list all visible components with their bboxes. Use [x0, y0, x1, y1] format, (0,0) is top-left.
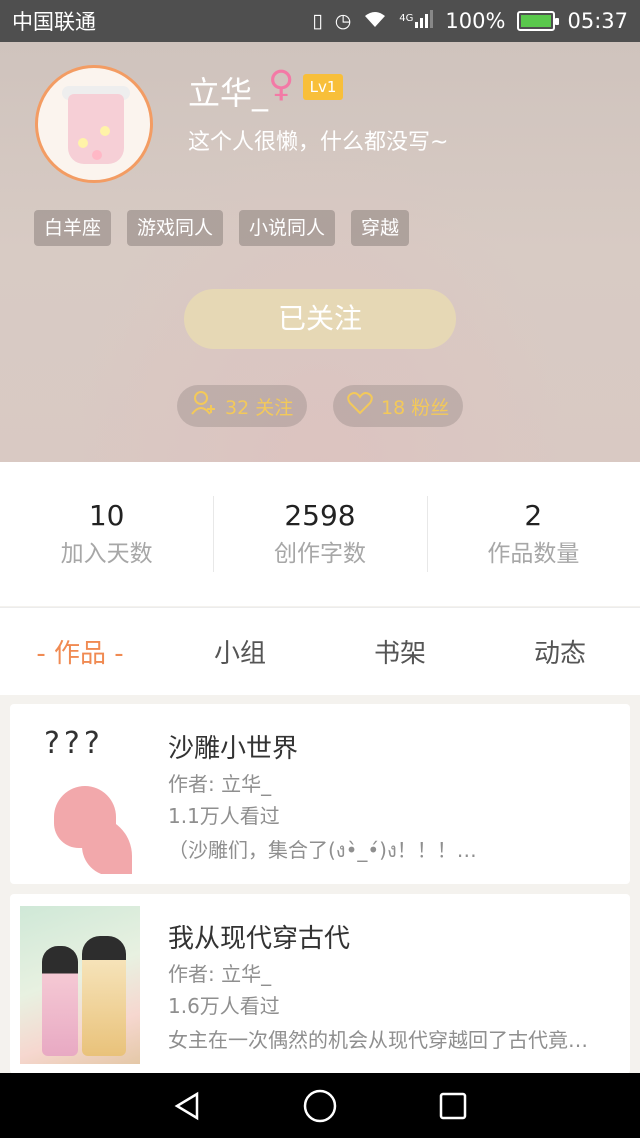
stat-label: 加入天数: [60, 541, 153, 567]
work-title: 沙雕小世界: [168, 734, 299, 764]
stat-works-count: 2 作品数量: [426, 496, 640, 572]
home-button[interactable]: [300, 1086, 340, 1126]
profile-header: 立华_ ♀ Lv1 这个人很懒，什么都没写~ 白羊座 游戏同人 小说同人 穿越 …: [0, 42, 640, 462]
following-button[interactable]: 32 关注: [177, 385, 308, 427]
book-cover: [20, 906, 140, 1064]
battery-icon: [517, 11, 560, 31]
figure-illustration: [42, 946, 78, 1056]
level-badge: Lv1: [303, 74, 343, 100]
cover-text: ???: [44, 726, 104, 761]
figure-illustration: [82, 936, 126, 1056]
stat-label: 作品数量: [487, 541, 580, 567]
battery-percent: 100%: [445, 9, 506, 33]
network-label: 4G: [399, 13, 414, 24]
tab-groups[interactable]: 小组: [160, 633, 320, 670]
tab-bookshelf[interactable]: 书架: [320, 633, 480, 670]
status-icons: ▯ ◷ 4G 100% 05:37: [312, 9, 628, 33]
work-author: 作者: 立华_: [168, 772, 272, 796]
stat-word-count: 2598 创作字数: [213, 496, 426, 572]
work-description: 女主在一次偶然的机会从现代穿越回了古代竟…: [168, 1028, 588, 1052]
work-card[interactable]: 我从现代穿古代 作者: 立华_ 1.6万人看过 女主在一次偶然的机会从现代穿越回…: [10, 894, 630, 1074]
work-author: 作者: 立华_: [168, 962, 272, 986]
fans-count: 18 粉丝: [381, 396, 450, 419]
work-description: （沙雕们，集合了(ง•̀_•́)ง！！！…: [168, 838, 477, 862]
book-cover: ???: [20, 716, 140, 874]
recents-square-icon: [440, 1092, 467, 1119]
alarm-icon: ◷: [334, 10, 352, 32]
tag-item[interactable]: 游戏同人: [127, 210, 224, 246]
avatar-dot: [78, 138, 88, 148]
carrier-label: 中国联通: [12, 10, 96, 34]
heart-icon: [347, 391, 373, 421]
stat-value: 2: [524, 499, 543, 532]
avatar-dot: [92, 150, 102, 160]
follow-button[interactable]: 已关注: [184, 289, 456, 349]
clock: 05:37: [567, 9, 628, 33]
stat-join-days: 10 加入天数: [0, 496, 213, 572]
female-icon: ♀: [268, 64, 295, 105]
add-user-icon: [191, 390, 217, 422]
work-card[interactable]: ??? 沙雕小世界 作者: 立华_ 1.1万人看过 （沙雕们，集合了(ง•̀_•…: [10, 704, 630, 884]
tag-item[interactable]: 白羊座: [34, 210, 112, 246]
profile-tabs: - 作品 - 小组 书架 动态: [0, 607, 640, 695]
vibrate-icon: ▯: [312, 10, 323, 32]
following-count: 32 关注: [225, 396, 294, 419]
stats-row: 10 加入天数 2598 创作字数 2 作品数量: [0, 462, 640, 606]
work-title: 我从现代穿古代: [168, 924, 351, 954]
tab-activity[interactable]: 动态: [480, 633, 640, 670]
dinosaur-icon: [54, 786, 116, 848]
avatar[interactable]: [35, 65, 153, 183]
status-bar: 中国联通 ▯ ◷ 4G 100% 05:37: [0, 0, 640, 42]
avatar-dot: [100, 126, 110, 136]
tab-works[interactable]: - 作品 -: [0, 633, 160, 670]
user-bio: 这个人很懒，什么都没写~: [188, 130, 449, 155]
work-views: 1.1万人看过: [168, 804, 280, 828]
works-list: ??? 沙雕小世界 作者: 立华_ 1.1万人看过 （沙雕们，集合了(ง•̀_•…: [10, 704, 630, 1084]
wifi-icon: [363, 10, 387, 33]
stat-value: 10: [88, 499, 125, 532]
signal-icon: [415, 9, 434, 33]
tag-item[interactable]: 小说同人: [239, 210, 336, 246]
back-button[interactable]: [167, 1086, 207, 1126]
work-views: 1.6万人看过: [168, 994, 280, 1018]
fans-button[interactable]: 18 粉丝: [333, 385, 464, 427]
tag-item[interactable]: 穿越: [351, 210, 410, 246]
stat-value: 2598: [284, 499, 356, 532]
stat-label: 创作字数: [273, 541, 366, 567]
recents-button[interactable]: [433, 1086, 473, 1126]
tag-list: 白羊座 游戏同人 小说同人 穿越: [34, 210, 410, 246]
system-nav-bar: [0, 1073, 640, 1138]
home-circle-icon: [303, 1089, 337, 1122]
back-triangle-icon: [174, 1091, 198, 1120]
user-name: 立华_: [188, 74, 269, 112]
